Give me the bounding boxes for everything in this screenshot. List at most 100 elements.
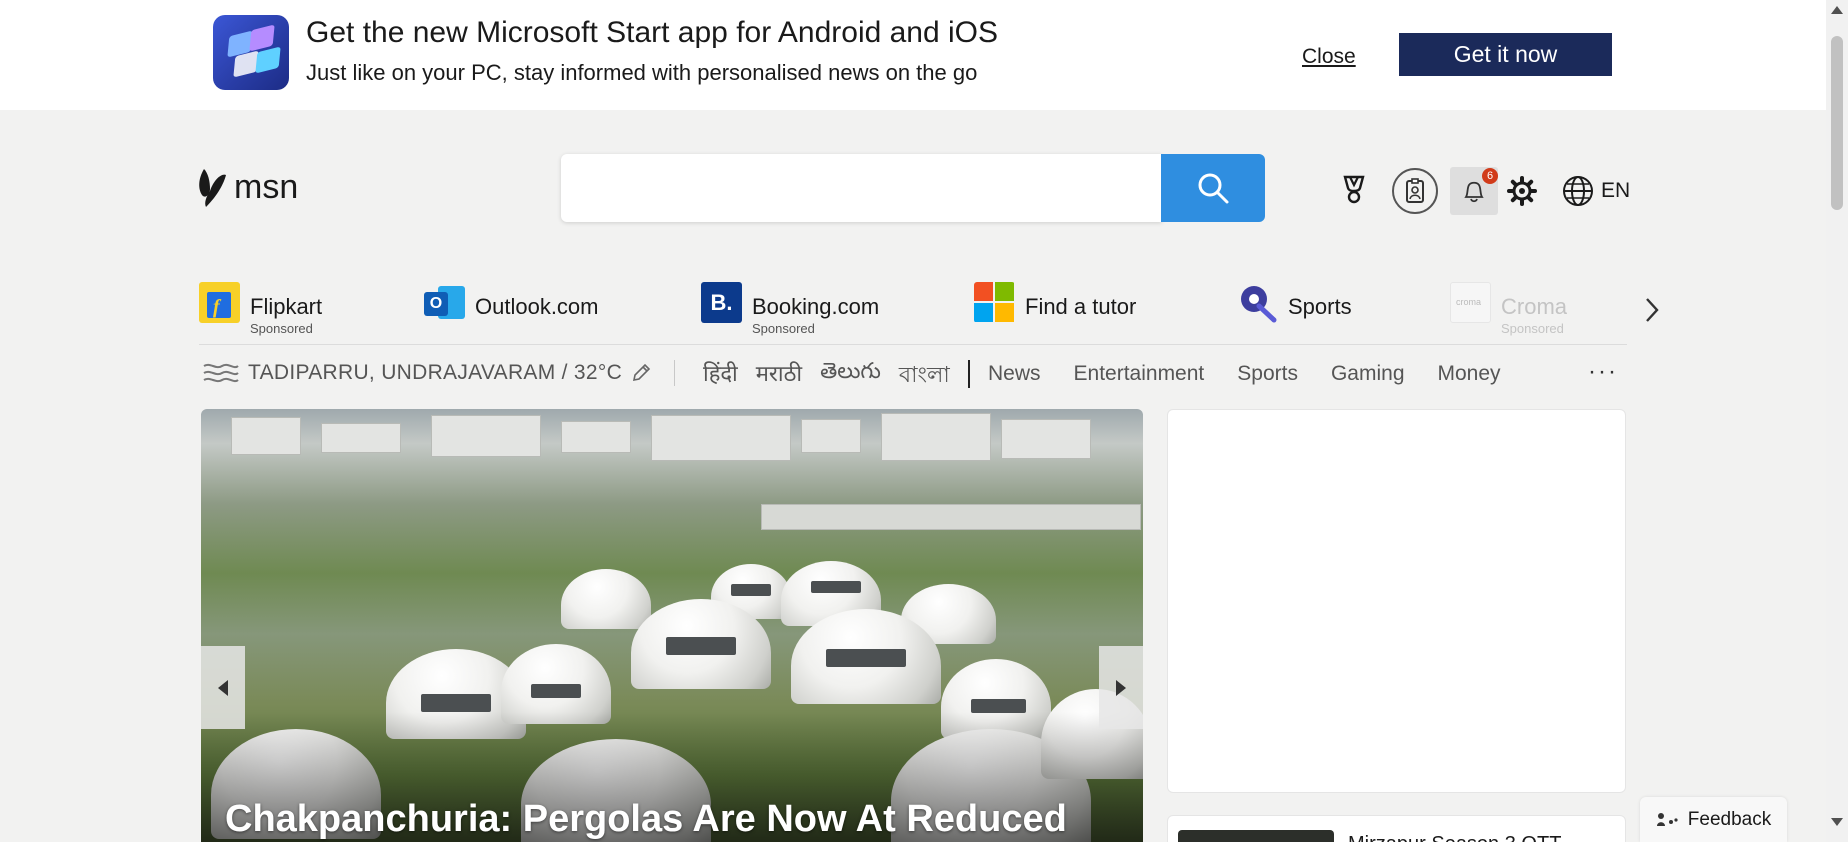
feedback-icon [1656, 812, 1678, 826]
quick-link-label: Sports [1288, 294, 1352, 319]
language-link-telugu[interactable]: తెలుగు [820, 358, 881, 395]
language-button[interactable] [1560, 173, 1596, 209]
hero-image-building [1001, 419, 1091, 459]
quick-link-label: Outlook.com [475, 294, 599, 319]
nav-money[interactable]: Money [1438, 362, 1501, 386]
gear-icon [1507, 176, 1537, 206]
quick-link-find-a-tutor[interactable]: Find a tutor [974, 282, 1136, 342]
hero-image-building [231, 417, 301, 455]
chevron-right-icon [1646, 298, 1659, 322]
get-it-now-button[interactable]: Get it now [1399, 33, 1612, 76]
feedback-label: Feedback [1687, 808, 1772, 830]
outlook-icon: O [424, 282, 465, 323]
tutor-icon [974, 282, 1015, 323]
hero-image-building [761, 504, 1141, 530]
sports-icon [1237, 282, 1278, 323]
hero-headline[interactable]: Chakpanchuria: Pergolas Are Now At Reduc… [225, 798, 1067, 841]
quick-link-label: Croma [1501, 294, 1568, 319]
hero-prev-button[interactable] [201, 646, 245, 729]
id-badge-icon [1406, 178, 1424, 203]
sponsored-label: Sponsored [1501, 321, 1564, 336]
more-menu-button[interactable]: ··· [1588, 358, 1618, 386]
wind-weather-icon [203, 363, 239, 383]
nav-entertainment[interactable]: Entertainment [1074, 362, 1205, 386]
quick-link-flipkart[interactable]: f Flipkart Sponsored [199, 282, 322, 342]
globe-icon [1563, 176, 1593, 206]
scroll-down-icon[interactable] [1831, 818, 1843, 826]
ad-panel [1167, 409, 1626, 793]
quick-link-outlook[interactable]: O Outlook.com [424, 282, 599, 342]
nav-gaming[interactable]: Gaming [1331, 362, 1405, 386]
hero-image-building [881, 413, 991, 461]
search-icon [1198, 173, 1229, 204]
hero-next-button[interactable] [1099, 646, 1143, 729]
hero-image-window [971, 699, 1026, 713]
language-code[interactable]: EN [1601, 179, 1630, 203]
hero-image-window [531, 684, 581, 698]
banner-title: Get the new Microsoft Start app for Andr… [306, 16, 999, 49]
pencil-edit-icon[interactable] [630, 362, 652, 384]
divider [968, 360, 970, 388]
language-link-marathi[interactable]: मराठी [756, 358, 802, 395]
microsoft-start-badge-button[interactable] [1392, 168, 1438, 214]
divider [674, 360, 675, 386]
divider [199, 344, 1627, 345]
sponsored-label: Sponsored [752, 321, 815, 336]
quick-links-bar: f Flipkart Sponsored O Outlook.com B. Bo… [199, 282, 1627, 344]
hero-image-dome [561, 569, 651, 629]
msn-butterfly-icon [199, 169, 226, 207]
nav-sports[interactable]: Sports [1237, 362, 1298, 386]
search-button[interactable] [1161, 154, 1265, 222]
rewards-button[interactable] [1336, 172, 1372, 208]
trophy-icon [1343, 175, 1365, 204]
hero-image-window [811, 581, 861, 593]
microsoft-start-app-icon [213, 15, 289, 90]
quick-link-sports[interactable]: Sports [1237, 282, 1352, 342]
quick-links-next-button[interactable] [1640, 295, 1664, 325]
croma-icon: croma [1450, 282, 1491, 323]
scrollbar-thumb[interactable] [1831, 36, 1843, 210]
hero-image-building [561, 421, 631, 453]
category-nav: News Entertainment Sports Gaming Money [988, 362, 1534, 386]
hero-image-building [651, 415, 791, 461]
hero-image-window [421, 694, 491, 712]
hero-story-card[interactable]: Chakpanchuria: Pergolas Are Now At Reduc… [201, 409, 1143, 842]
search-input[interactable] [561, 154, 1162, 222]
scroll-up-icon[interactable] [1831, 6, 1843, 14]
hero-image-window [666, 637, 736, 655]
sponsored-label: Sponsored [250, 321, 313, 336]
notification-count-badge: 6 [1482, 168, 1498, 184]
language-link-bengali[interactable]: বাংলা [899, 358, 950, 395]
hero-image-building [801, 419, 861, 453]
quick-link-label: Find a tutor [1025, 294, 1137, 319]
quick-link-label: Flipkart [250, 294, 323, 319]
booking-icon: B. [701, 282, 742, 323]
caret-left-icon [218, 679, 228, 696]
language-link-hindi[interactable]: हिंदी [703, 358, 738, 395]
flipkart-icon: f [199, 282, 240, 323]
app-promo-banner: Get the new Microsoft Start app for Andr… [0, 0, 1826, 110]
side-story-thumbnail [1178, 830, 1334, 842]
hero-image-building [321, 423, 401, 453]
caret-right-icon [1116, 679, 1126, 696]
msn-wordmark: msn [234, 167, 299, 206]
banner-close-link[interactable]: Close [1302, 45, 1356, 69]
quick-link-label: Booking.com [752, 294, 880, 319]
weather-location[interactable]: TADIPARRU, UNDRAJAVARAM / 32°C [202, 360, 652, 386]
quick-link-booking[interactable]: B. Booking.com Sponsored [701, 282, 879, 342]
hero-image-building [431, 415, 541, 457]
msn-logo[interactable]: msn [196, 165, 298, 209]
quick-link-croma[interactable]: croma Croma Sponsored [1450, 282, 1567, 342]
nav-news[interactable]: News [988, 362, 1041, 386]
page-scrollbar[interactable] [1826, 0, 1848, 842]
language-links: हिंदी मराठी తెలుగు বাংলা [703, 358, 950, 395]
feedback-button[interactable]: Feedback [1640, 797, 1787, 842]
bell-icon [1464, 181, 1484, 203]
side-story-title: Mirzapur Season 3 OTT [1348, 833, 1561, 842]
hero-image-window [826, 649, 906, 667]
weather-location-text: TADIPARRU, UNDRAJAVARAM / 32°C [248, 361, 623, 384]
settings-button[interactable] [1504, 173, 1540, 209]
hero-image-window [731, 584, 771, 596]
side-story-card[interactable]: Mirzapur Season 3 OTT [1167, 815, 1626, 842]
banner-subtitle: Just like on your PC, stay informed with… [306, 60, 978, 85]
